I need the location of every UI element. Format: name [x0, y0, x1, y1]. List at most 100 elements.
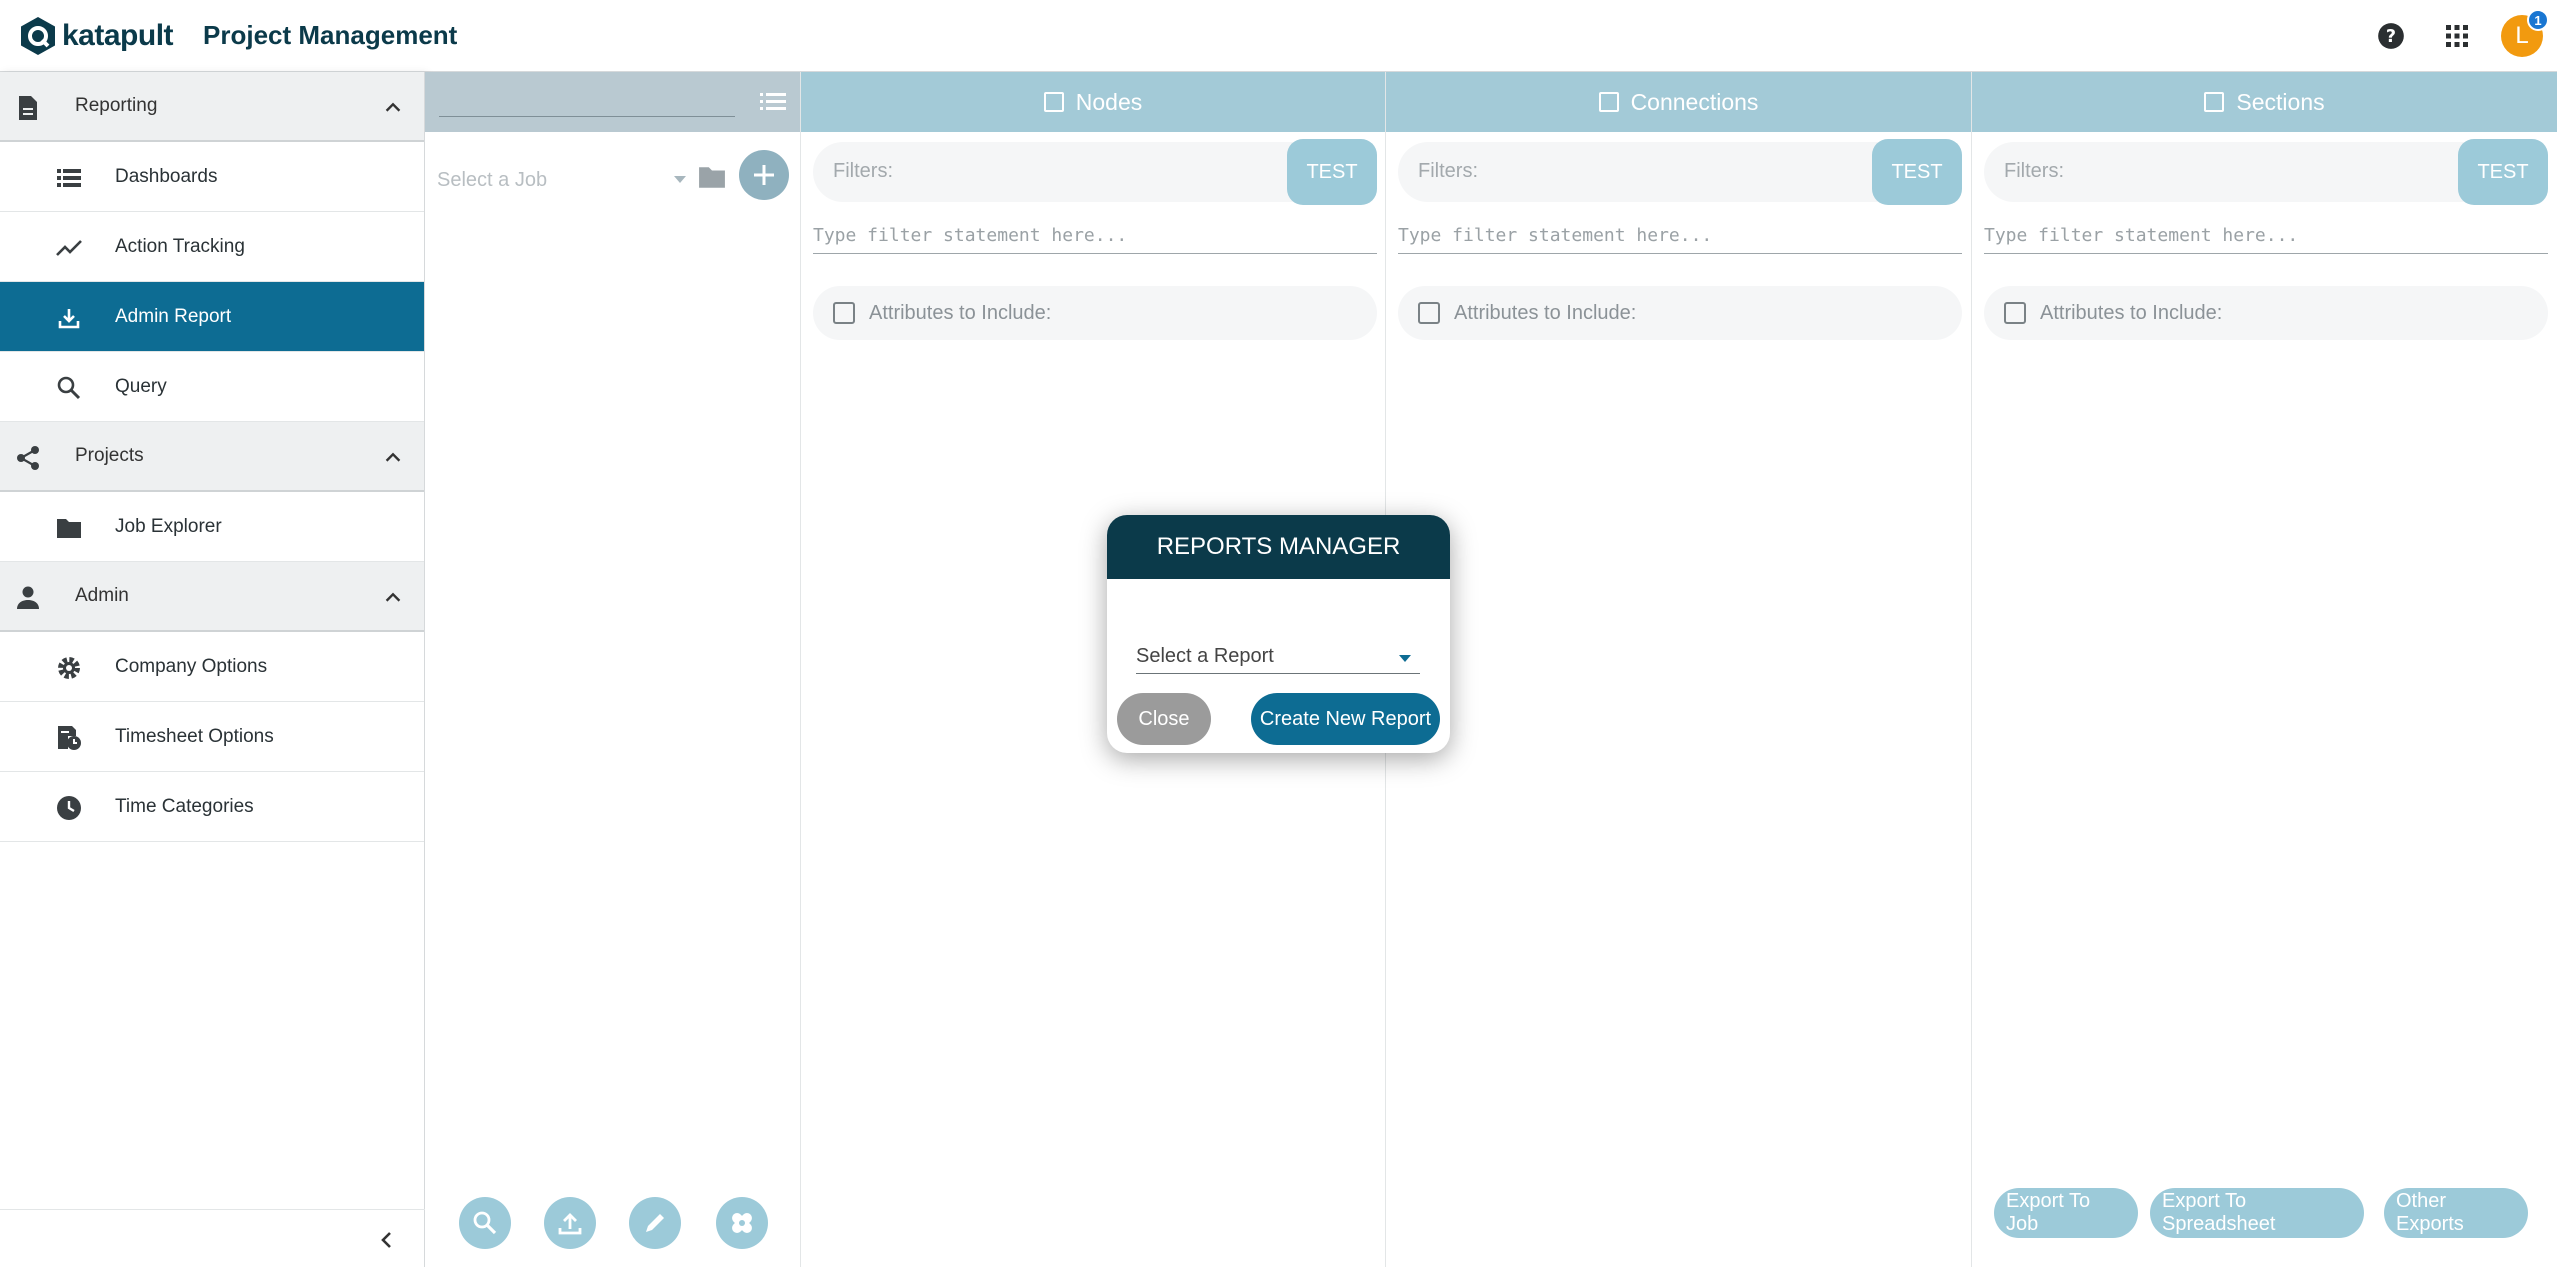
svg-text:?: ?	[2386, 27, 2396, 47]
folder-icon[interactable]	[695, 160, 729, 194]
nodes-checkbox[interactable]	[1043, 92, 1064, 112]
top-bar: katapult Project Management ? L 1	[0, 0, 2557, 72]
avatar[interactable]: L 1	[2501, 9, 2549, 57]
attributes-label: Attributes to Include:	[1454, 301, 1637, 324]
avatar-initial: L	[2515, 22, 2529, 49]
chevron-up-icon[interactable]	[382, 587, 404, 609]
sidebar-section-label: Admin	[75, 585, 129, 606]
sidebar-item-label: Action Tracking	[115, 235, 245, 257]
export-to-spreadsheet-button[interactable]: Export To Spreadsheet	[2150, 1188, 2364, 1238]
patch-button[interactable]	[716, 1197, 768, 1249]
filters-label: Filters:	[833, 160, 893, 182]
sidebar-item-label: Admin Report	[115, 305, 232, 327]
sidebar-item-label: Query	[115, 375, 167, 397]
page-title: Project Management	[203, 20, 458, 50]
panel-title: Nodes	[1075, 88, 1143, 115]
filter-statement-input[interactable]: Type filter statement here...	[1398, 222, 1962, 254]
job-select[interactable]: Select a Job	[437, 162, 687, 198]
filter-statement-input[interactable]: Type filter statement here...	[1984, 222, 2548, 254]
filters-box: Filters: TEST	[813, 139, 1377, 205]
katapult-logo-icon	[21, 16, 55, 55]
attributes-box[interactable]: Attributes to Include:	[813, 286, 1377, 340]
sidebar-section-label: Projects	[75, 445, 144, 466]
chevron-left-icon[interactable]	[375, 1228, 399, 1252]
test-button[interactable]: TEST	[1287, 139, 1377, 205]
apps-grid-icon[interactable]	[2435, 14, 2479, 58]
logo[interactable]: katapult	[18, 16, 174, 56]
sidebar-item-label: Company Options	[115, 655, 268, 677]
job-column: Select a Job	[425, 72, 801, 1267]
filter-placeholder: Type filter statement here...	[1984, 225, 2299, 246]
sidebar-section-label: Reporting	[75, 95, 158, 116]
sidebar-item-company-options[interactable]: Company Options	[0, 632, 424, 702]
person-icon	[14, 584, 42, 612]
chevron-up-icon[interactable]	[382, 97, 404, 119]
sidebar-item-job-explorer[interactable]: Job Explorer	[0, 492, 424, 562]
close-button[interactable]: Close	[1117, 693, 1211, 745]
test-button[interactable]: TEST	[2458, 139, 2548, 205]
sidebar-section-reporting[interactable]: Reporting	[0, 72, 424, 142]
attributes-box[interactable]: Attributes to Include:	[1984, 286, 2548, 340]
upload-button[interactable]	[544, 1197, 596, 1249]
panel-header[interactable]: Connections	[1386, 72, 1971, 132]
job-search-input[interactable]	[439, 116, 735, 117]
filter-statement-input[interactable]: Type filter statement here...	[813, 222, 1377, 254]
filters-label: Filters:	[2004, 160, 2064, 182]
notification-badge: 1	[2527, 9, 2549, 31]
sidebar-item-query[interactable]: Query	[0, 352, 424, 422]
report-select[interactable]: Select a Report	[1136, 640, 1420, 674]
sidebar-item-label: Job Explorer	[115, 515, 222, 537]
sections-checkbox[interactable]	[2204, 92, 2225, 112]
sidebar: Reporting Dashboards Action Tracking Adm…	[0, 72, 425, 1267]
panel-title: Connections	[1630, 88, 1759, 115]
plus-icon	[754, 165, 774, 185]
document-icon	[14, 94, 42, 122]
sidebar-footer	[0, 1209, 425, 1267]
sidebar-item-action-tracking[interactable]: Action Tracking	[0, 212, 424, 282]
sidebar-item-admin-report[interactable]: Admin Report	[0, 282, 424, 352]
filters-box: Filters: TEST	[1984, 139, 2548, 205]
list-icon	[54, 164, 84, 192]
attributes-checkbox[interactable]	[1418, 302, 1440, 324]
sections-panel: Sections Filters: TEST Type filter state…	[1972, 72, 2557, 1267]
pencil-icon	[646, 1214, 664, 1232]
panel-title: Sections	[2236, 88, 2325, 115]
sidebar-section-projects[interactable]: Projects	[0, 422, 424, 492]
timesheet-icon	[54, 724, 84, 752]
sidebar-item-time-categories[interactable]: Time Categories	[0, 772, 424, 842]
connections-panel: Connections Filters: TEST Type filter st…	[1386, 72, 1972, 1267]
attributes-checkbox[interactable]	[2004, 302, 2026, 324]
logo-text: katapult	[62, 18, 174, 52]
attributes-checkbox[interactable]	[833, 302, 855, 324]
sidebar-item-timesheet-options[interactable]: Timesheet Options	[0, 702, 424, 772]
connections-checkbox[interactable]	[1598, 92, 1619, 112]
add-job-button[interactable]	[739, 150, 789, 200]
sidebar-section-admin[interactable]: Admin	[0, 562, 424, 632]
sidebar-item-label: Time Categories	[115, 795, 254, 817]
help-icon[interactable]: ?	[2369, 14, 2413, 58]
search-tool-button[interactable]	[459, 1197, 511, 1249]
list-view-icon[interactable]	[760, 90, 786, 114]
chevron-up-icon[interactable]	[382, 447, 404, 469]
caret-down-icon	[1399, 655, 1411, 662]
dialog-title: REPORTS MANAGER	[1107, 515, 1450, 579]
filter-placeholder: Type filter statement here...	[813, 225, 1128, 246]
report-select-placeholder: Select a Report	[1136, 645, 1274, 667]
filters-box: Filters: TEST	[1398, 139, 1962, 205]
test-button[interactable]: TEST	[1872, 139, 1962, 205]
panel-header[interactable]: Sections	[1972, 72, 2557, 132]
export-to-job-button[interactable]: Export To Job	[1994, 1188, 2138, 1238]
sidebar-item-label: Dashboards	[115, 165, 218, 187]
clock-icon	[54, 794, 84, 822]
other-exports-button[interactable]: Other Exports	[2384, 1188, 2528, 1238]
attributes-box[interactable]: Attributes to Include:	[1398, 286, 1962, 340]
caret-down-icon	[674, 176, 686, 183]
create-new-report-button[interactable]: Create New Report	[1251, 693, 1440, 745]
sidebar-item-label: Timesheet Options	[115, 725, 274, 747]
filters-label: Filters:	[1418, 160, 1478, 182]
sidebar-item-dashboards[interactable]: Dashboards	[0, 142, 424, 212]
search-icon	[54, 374, 84, 402]
attributes-label: Attributes to Include:	[2040, 301, 2223, 324]
panel-header[interactable]: Nodes	[801, 72, 1385, 132]
edit-button[interactable]	[629, 1197, 681, 1249]
